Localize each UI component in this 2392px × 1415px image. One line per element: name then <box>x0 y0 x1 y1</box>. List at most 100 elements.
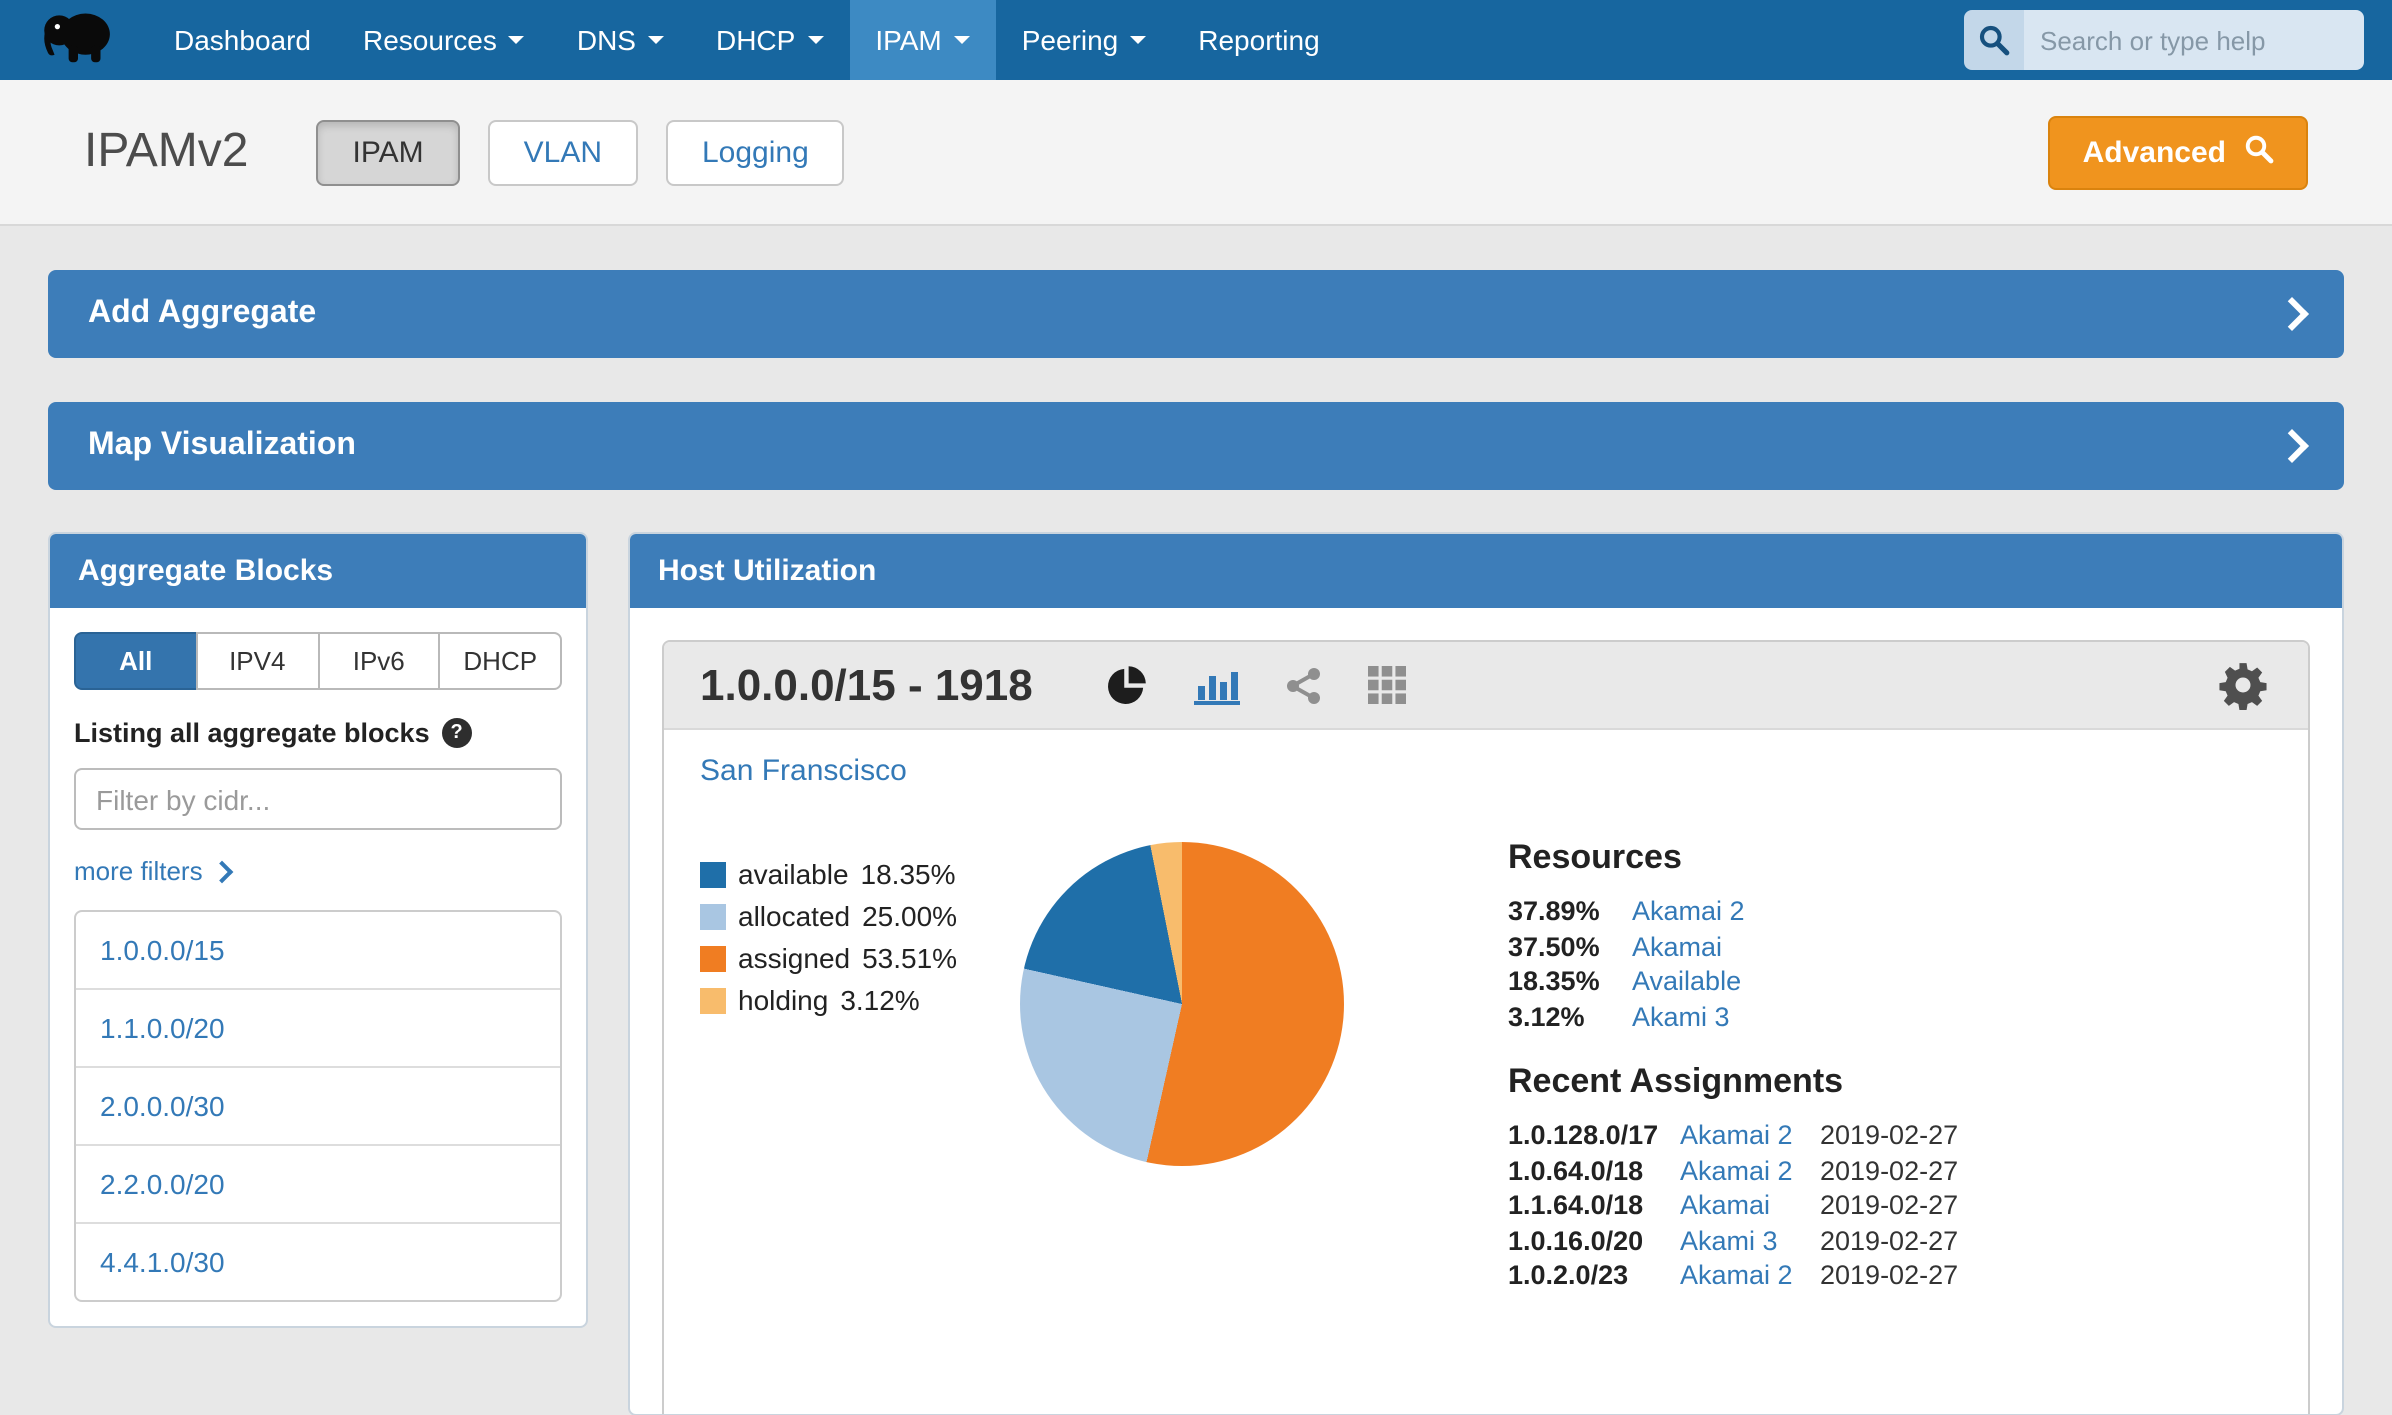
block-card-body: San Franscisco available 18.35% <box>664 730 2308 1413</box>
nav-item-resources[interactable]: Resources <box>337 0 551 80</box>
host-utilization-title: Host Utilization <box>630 534 2342 608</box>
tab-ipam[interactable]: IPAM <box>317 119 460 185</box>
search-icon <box>1964 10 2024 70</box>
legend-item: assigned 53.51% <box>700 938 996 980</box>
elephant-logo-icon <box>40 5 116 75</box>
block-title: 1.0.0.0/15 - 1918 <box>700 659 1033 711</box>
resource-link[interactable]: Akami 3 <box>1632 999 1730 1034</box>
assignment-date: 2019-02-27 <box>1820 1153 1958 1188</box>
nav-label: IPAM <box>875 24 941 56</box>
resource-row: 37.50% Akamai <box>1508 929 1958 964</box>
view-tabs: IPAM VLAN Logging <box>317 119 845 185</box>
bar-chart-view-icon[interactable] <box>1193 665 1241 705</box>
assignment-link[interactable]: Akamai 2 <box>1680 1258 1804 1293</box>
resource-row: 18.35% Available <box>1508 964 1958 999</box>
filter-dhcp-button[interactable]: DHCP <box>439 632 563 690</box>
cidr-filter-input[interactable] <box>74 768 562 830</box>
host-utilization-panel: Host Utilization 1.0.0.0/15 - 1918 <box>628 532 2344 1415</box>
block-link[interactable]: 1.1.0.0/20 <box>76 988 560 1066</box>
gear-icon[interactable] <box>2218 660 2268 710</box>
navbar-search <box>1964 0 2392 80</box>
add-aggregate-label: Add Aggregate <box>88 296 316 332</box>
chevron-right-icon <box>211 860 234 883</box>
tab-logging[interactable]: Logging <box>666 119 845 185</box>
assignment-row: 1.0.16.0/20 Akami 3 2019-02-27 <box>1508 1223 1958 1258</box>
map-visualization-panel-header[interactable]: Map Visualization <box>48 402 2344 490</box>
chevron-right-icon <box>2275 429 2309 463</box>
resource-row: 3.12% Akami 3 <box>1508 999 1958 1034</box>
map-visualization-label: Map Visualization <box>88 428 356 464</box>
legend-swatch <box>700 988 726 1014</box>
brand-logo[interactable] <box>0 0 148 80</box>
page-header: IPAMv2 IPAM VLAN Logging Advanced <box>0 80 2392 226</box>
pie-legend: available 18.35% allocated 25.00% <box>700 854 996 1022</box>
share-icon[interactable] <box>1285 665 1325 705</box>
nav-label: Dashboard <box>174 24 311 56</box>
aggregate-blocks-title: Aggregate Blocks <box>50 534 586 608</box>
filter-ipv6-button[interactable]: IPv6 <box>317 632 441 690</box>
location-link[interactable]: San Franscisco <box>700 754 907 788</box>
nav-item-reporting[interactable]: Reporting <box>1172 0 1345 80</box>
caret-down-icon <box>648 36 664 44</box>
block-type-filter-group: All IPV4 IPv6 DHCP <box>74 632 562 690</box>
block-link[interactable]: 2.2.0.0/20 <box>76 1144 560 1222</box>
block-link[interactable]: 2.0.0.0/30 <box>76 1066 560 1144</box>
legend-item: allocated 25.00% <box>700 896 996 938</box>
caret-down-icon <box>807 36 823 44</box>
assignment-row: 1.0.128.0/17 Akamai 2 2019-02-27 <box>1508 1118 1958 1153</box>
caret-down-icon <box>509 36 525 44</box>
resources-heading: Resources <box>1508 838 1958 878</box>
nav-label: Resources <box>363 24 497 56</box>
nav-item-dhcp[interactable]: DHCP <box>690 0 849 80</box>
add-aggregate-panel-header[interactable]: Add Aggregate <box>48 270 2344 358</box>
assignment-row: 1.0.2.0/23 Akamai 2 2019-02-27 <box>1508 1258 1958 1293</box>
block-link[interactable]: 4.4.1.0/30 <box>76 1222 560 1300</box>
pie-chart <box>1020 842 1344 1166</box>
grid-view-icon[interactable] <box>1369 666 1407 704</box>
main-content: Aggregate Blocks All IPV4 IPv6 DHCP List… <box>48 532 2344 1415</box>
caret-down-icon <box>954 36 970 44</box>
assignment-link[interactable]: Akami 3 <box>1680 1223 1804 1258</box>
resource-link[interactable]: Akamai <box>1632 929 1722 964</box>
help-icon[interactable] <box>442 718 472 748</box>
listing-label: Listing all aggregate blocks <box>74 718 562 748</box>
filter-all-button[interactable]: All <box>74 632 198 690</box>
search-icon <box>2244 133 2274 171</box>
recent-assignments-heading: Recent Assignments <box>1508 1062 1958 1102</box>
legend-item: holding 3.12% <box>700 980 996 1022</box>
nav-item-peering[interactable]: Peering <box>996 0 1173 80</box>
nav-item-dashboard[interactable]: Dashboard <box>148 0 337 80</box>
assignment-link[interactable]: Akamai <box>1680 1188 1804 1223</box>
assignment-link[interactable]: Akamai 2 <box>1680 1153 1804 1188</box>
assignment-link[interactable]: Akamai 2 <box>1680 1118 1804 1153</box>
legend-swatch <box>700 946 726 972</box>
aggregate-blocks-panel: Aggregate Blocks All IPV4 IPv6 DHCP List… <box>48 532 588 1328</box>
assignment-date: 2019-02-27 <box>1820 1258 1958 1293</box>
block-card-header: 1.0.0.0/15 - 1918 <box>664 642 2308 730</box>
tab-vlan[interactable]: VLAN <box>488 119 638 185</box>
block-link[interactable]: 1.0.0.0/15 <box>76 912 560 988</box>
pie-view-icon[interactable] <box>1105 663 1149 707</box>
navbar: Dashboard Resources DNS DHCP IPAM Peerin… <box>0 0 2392 80</box>
resource-row: 37.89% Akamai 2 <box>1508 894 1958 929</box>
page: Dashboard Resources DNS DHCP IPAM Peerin… <box>0 0 2392 1280</box>
filter-ipv4-button[interactable]: IPV4 <box>196 632 320 690</box>
legend-item: available 18.35% <box>700 854 996 896</box>
search-input[interactable] <box>2024 10 2364 70</box>
resource-link[interactable]: Akamai 2 <box>1632 894 1745 929</box>
block-utilization-card: 1.0.0.0/15 - 1918 <box>662 640 2310 1413</box>
resource-link[interactable]: Available <box>1632 964 1741 999</box>
assignment-row: 1.0.64.0/18 Akamai 2 2019-02-27 <box>1508 1153 1958 1188</box>
nav-label: Reporting <box>1198 24 1319 56</box>
nav-label: DNS <box>577 24 636 56</box>
advanced-search-button[interactable]: Advanced <box>2049 115 2308 189</box>
assignment-date: 2019-02-27 <box>1820 1118 1958 1153</box>
nav-item-ipam[interactable]: IPAM <box>849 0 995 80</box>
aggregate-block-list: 1.0.0.0/15 1.1.0.0/20 2.0.0.0/30 2.2.0.0… <box>74 910 562 1302</box>
caret-down-icon <box>1130 36 1146 44</box>
nav-item-dns[interactable]: DNS <box>551 0 690 80</box>
legend-swatch <box>700 862 726 888</box>
assignment-date: 2019-02-27 <box>1820 1223 1958 1258</box>
assignment-date: 2019-02-27 <box>1820 1188 1958 1223</box>
more-filters-link[interactable]: more filters <box>74 856 231 886</box>
